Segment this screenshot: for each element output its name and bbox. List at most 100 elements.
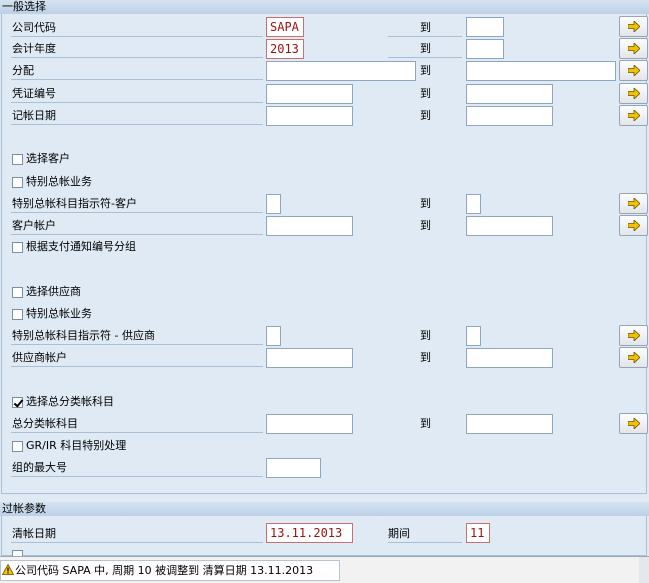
assignment-label: 分配 (12, 64, 34, 77)
section-title-posting: 过帐参数 (0, 502, 649, 516)
document-number-from-input[interactable] (266, 84, 353, 104)
vendor-account-label: 供应商帐户 (12, 351, 67, 364)
row-underline (11, 344, 263, 345)
vendor-account-multiple-selection-button[interactable] (619, 347, 648, 368)
customer-special-gl-indicator-label: 特别总帐科目指示符-客户 (12, 197, 137, 210)
select-vendor-label: 选择供应商 (26, 285, 81, 298)
multiple-selection-arrow-icon (628, 330, 640, 341)
row-underline (11, 432, 263, 433)
document-number-to-label: 到 (420, 87, 431, 100)
select-gl-accounts-label: 选择总分类帐科目 (26, 395, 114, 408)
gl-account-to-input[interactable] (466, 414, 553, 434)
multiple-selection-arrow-icon (628, 198, 640, 209)
customer-account-to-input[interactable] (466, 216, 553, 236)
group-by-payment-advice-label: 根据支付通知编号分组 (26, 240, 136, 253)
multiple-selection-arrow-icon (628, 43, 640, 54)
vendor-special-gl-multiple-selection-button[interactable] (619, 325, 648, 346)
customer-special-gl-checkbox[interactable] (12, 177, 23, 188)
row-underline (11, 102, 263, 103)
row-underline (388, 57, 462, 58)
assignment-from-input[interactable] (266, 61, 416, 81)
period-input[interactable]: 11 (466, 523, 490, 543)
status-message-text: 公司代码 SAPA 中, 周期 10 被调整到 清算日期 13.11.2013 (15, 564, 314, 577)
row-underline (11, 366, 263, 367)
customer-account-multiple-selection-button[interactable] (619, 215, 648, 236)
fiscal-year-to-label: 到 (420, 42, 431, 55)
posting-date-from-input[interactable] (266, 106, 353, 126)
posting-date-to-input[interactable] (466, 106, 553, 126)
customer-special-gl-indicator-to-label: 到 (420, 197, 431, 210)
company-code-to-label: 到 (420, 21, 431, 34)
row-underline (11, 234, 263, 235)
status-message-box[interactable]: 公司代码 SAPA 中, 周期 10 被调整到 清算日期 13.11.2013 (0, 560, 340, 581)
section-title-general: 一般选择 (0, 0, 649, 14)
multiple-selection-arrow-icon (628, 88, 640, 99)
gl-account-from-input[interactable] (266, 414, 353, 434)
period-label: 期间 (388, 527, 410, 540)
assignment-to-input[interactable] (466, 61, 616, 81)
vendor-account-from-input[interactable] (266, 348, 353, 368)
posting-date-multiple-selection-button[interactable] (619, 105, 648, 126)
row-underline (388, 542, 462, 543)
vendor-account-to-input[interactable] (466, 348, 553, 368)
customer-special-gl-indicator-from-input[interactable] (266, 194, 281, 214)
multiple-selection-arrow-icon (628, 110, 640, 121)
fiscal-year-multiple-selection-button[interactable] (619, 38, 648, 59)
clearing-date-label: 清帐日期 (12, 527, 56, 540)
posting-date-label: 记帐日期 (12, 109, 56, 122)
document-number-multiple-selection-button[interactable] (619, 83, 648, 104)
gl-account-label: 总分类帐科目 (12, 417, 78, 430)
select-vendor-checkbox[interactable] (12, 287, 23, 298)
fiscal-year-from-input[interactable]: 2013 (266, 39, 304, 59)
vendor-special-gl-indicator-from-input[interactable] (266, 326, 281, 346)
vendor-special-gl-indicator-to-label: 到 (420, 329, 431, 342)
row-underline (11, 36, 263, 37)
company-code-multiple-selection-button[interactable] (619, 16, 648, 37)
row-underline (11, 57, 263, 58)
company-code-to-input[interactable] (466, 17, 504, 37)
row-underline (388, 36, 462, 37)
max-groups-input[interactable] (266, 458, 321, 478)
multiple-selection-arrow-icon (628, 21, 640, 32)
row-underline (11, 212, 263, 213)
customer-special-gl-indicator-to-input[interactable] (466, 194, 481, 214)
fiscal-year-label: 会计年度 (12, 42, 56, 55)
vendor-special-gl-indicator-label: 特别总帐科目指示符 - 供应商 (12, 329, 155, 342)
vendor-special-gl-checkbox[interactable] (12, 309, 23, 320)
company-code-from-input[interactable]: SAPA (266, 17, 304, 37)
grir-special-processing-label: GR/IR 科目特别处理 (26, 439, 127, 452)
select-customer-label: 选择客户 (26, 152, 70, 165)
customer-special-gl-multiple-selection-button[interactable] (619, 193, 648, 214)
status-bar-scroll-handle[interactable] (639, 557, 649, 583)
clearing-date-input[interactable]: 13.11.2013 (266, 523, 353, 543)
gl-account-to-label: 到 (420, 417, 431, 430)
customer-account-label: 客户帐户 (12, 219, 56, 232)
customer-special-gl-label: 特别总帐业务 (26, 175, 92, 188)
row-underline (11, 124, 263, 125)
row-underline (11, 79, 263, 80)
vendor-special-gl-label: 特别总帐业务 (26, 307, 92, 320)
assignment-to-label: 到 (420, 64, 431, 77)
row-underline (11, 476, 263, 477)
fiscal-year-to-input[interactable] (466, 39, 504, 59)
warning-icon (2, 564, 14, 575)
vendor-account-to-label: 到 (420, 351, 431, 364)
gl-account-multiple-selection-button[interactable] (619, 413, 648, 434)
vendor-special-gl-indicator-to-input[interactable] (466, 326, 481, 346)
multiple-selection-arrow-icon (628, 220, 640, 231)
row-underline (11, 542, 263, 543)
assignment-multiple-selection-button[interactable] (619, 60, 648, 81)
status-bar: 公司代码 SAPA 中, 周期 10 被调整到 清算日期 13.11.2013 (0, 556, 649, 583)
document-number-label: 凭证编号 (12, 87, 56, 100)
customer-account-to-label: 到 (420, 219, 431, 232)
grir-special-processing-checkbox[interactable] (12, 441, 23, 452)
company-code-label: 公司代码 (12, 21, 56, 34)
multiple-selection-arrow-icon (628, 65, 640, 76)
document-number-to-input[interactable] (466, 84, 553, 104)
group-by-payment-advice-checkbox[interactable] (12, 242, 23, 253)
customer-account-from-input[interactable] (266, 216, 353, 236)
select-customer-checkbox[interactable] (12, 154, 23, 165)
select-gl-accounts-checkbox[interactable] (12, 397, 23, 408)
multiple-selection-arrow-icon (628, 352, 640, 363)
max-groups-label: 组的最大号 (12, 461, 67, 474)
